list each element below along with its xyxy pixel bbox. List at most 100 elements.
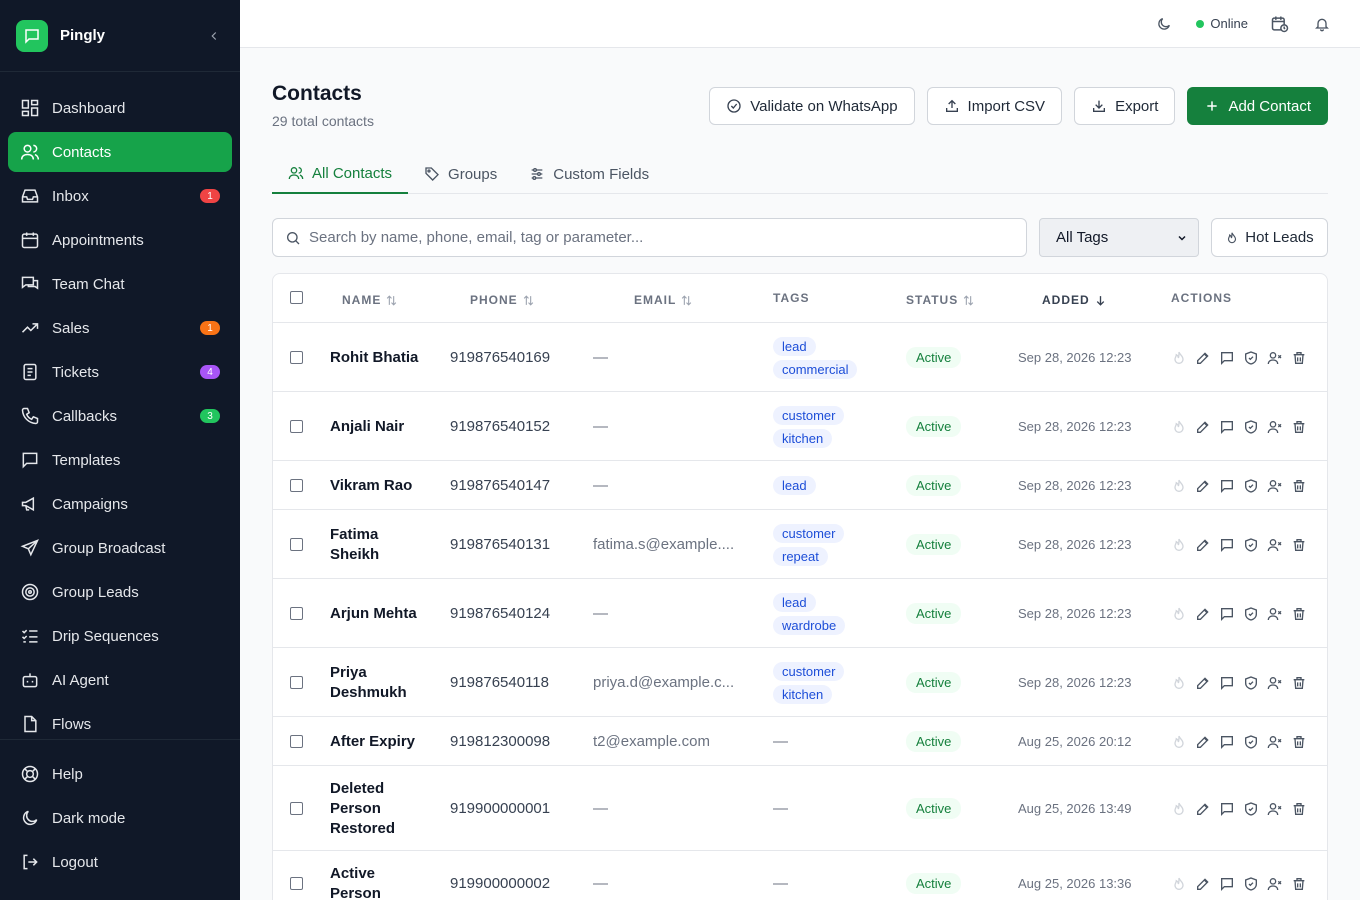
sidebar-item-group-broadcast[interactable]: Group Broadcast — [8, 528, 232, 568]
table-row[interactable]: Deleted Person Restored 919900000001 — — Act… — [273, 766, 1327, 851]
column-name[interactable]: NAME — [342, 293, 398, 307]
row-checkbox[interactable] — [290, 392, 303, 461]
message-icon[interactable] — [1219, 419, 1235, 435]
calendar-clock-icon[interactable] — [1270, 14, 1290, 34]
sidebar-item-callbacks[interactable]: Callbacks 3 — [8, 396, 232, 436]
export-button[interactable]: Export — [1074, 87, 1176, 125]
delete-icon[interactable] — [1291, 606, 1307, 622]
add-contact-button[interactable]: Add Contact — [1187, 87, 1328, 125]
validate-icon[interactable] — [1243, 801, 1259, 817]
select-all-checkbox[interactable] — [290, 291, 303, 304]
delete-icon[interactable] — [1291, 734, 1307, 750]
sidebar-item-logout[interactable]: Logout — [8, 842, 232, 882]
tag-filter-select[interactable]: All Tags — [1039, 218, 1199, 257]
edit-icon[interactable] — [1195, 801, 1211, 817]
block-user-icon[interactable] — [1267, 675, 1283, 691]
message-icon[interactable] — [1219, 350, 1235, 366]
table-row[interactable]: Fatima Sheikh 919876540131 fatima.s@exampl… — [273, 510, 1327, 579]
sidebar-item-ai-agent[interactable]: AI Agent — [8, 660, 232, 700]
sidebar-item-templates[interactable]: Templates — [8, 440, 232, 480]
message-icon[interactable] — [1219, 675, 1235, 691]
sidebar-item-contacts[interactable]: Contacts — [8, 132, 232, 172]
hot-lead-icon[interactable] — [1171, 801, 1187, 817]
validate-icon[interactable] — [1243, 734, 1259, 750]
tab-custom-fields[interactable]: Custom Fields — [513, 154, 665, 194]
message-icon[interactable] — [1219, 478, 1235, 494]
sidebar-item-group-leads[interactable]: Group Leads — [8, 572, 232, 612]
contact-name[interactable]: After Expiry — [330, 717, 425, 766]
sidebar-item-appointments[interactable]: Appointments — [8, 220, 232, 260]
delete-icon[interactable] — [1291, 419, 1307, 435]
sidebar-item-dashboard[interactable]: Dashboard — [8, 88, 232, 128]
sidebar-item-help[interactable]: Help — [8, 754, 232, 794]
edit-icon[interactable] — [1195, 606, 1211, 622]
message-icon[interactable] — [1219, 801, 1235, 817]
sidebar-item-drip-sequences[interactable]: Drip Sequences — [8, 616, 232, 656]
edit-icon[interactable] — [1195, 478, 1211, 494]
block-user-icon[interactable] — [1267, 478, 1283, 494]
column-status[interactable]: STATUS — [906, 293, 975, 307]
hot-lead-icon[interactable] — [1171, 734, 1187, 750]
tab-groups[interactable]: Groups — [408, 154, 513, 194]
contact-name[interactable]: Active Person — [330, 851, 425, 900]
edit-icon[interactable] — [1195, 419, 1211, 435]
table-row[interactable]: Active Person 919900000002 — — Active Aug 25,… — [273, 851, 1327, 900]
delete-icon[interactable] — [1291, 801, 1307, 817]
message-icon[interactable] — [1219, 537, 1235, 553]
delete-icon[interactable] — [1291, 350, 1307, 366]
row-checkbox[interactable] — [290, 579, 303, 648]
sidebar-item-inbox[interactable]: Inbox 1 — [8, 176, 232, 216]
validate-icon[interactable] — [1243, 419, 1259, 435]
row-checkbox[interactable] — [290, 717, 303, 766]
table-row[interactable]: After Expiry 919812300098 t2@example.com — A… — [273, 717, 1327, 766]
row-checkbox[interactable] — [290, 648, 303, 717]
contact-name[interactable]: Deleted Person Restored — [330, 766, 425, 851]
theme-toggle-moon-icon[interactable] — [1154, 14, 1174, 34]
validate-icon[interactable] — [1243, 537, 1259, 553]
table-row[interactable]: Priya Deshmukh 919876540118 priya.d@exampl… — [273, 648, 1327, 717]
delete-icon[interactable] — [1291, 537, 1307, 553]
sidebar-item-sales[interactable]: Sales 1 — [8, 308, 232, 348]
collapse-sidebar-icon[interactable] — [204, 26, 224, 46]
table-row[interactable]: Anjali Nair 919876540152 — customer kitchen A… — [273, 392, 1327, 461]
edit-icon[interactable] — [1195, 675, 1211, 691]
contact-name[interactable]: Vikram Rao — [330, 461, 425, 510]
validate-whatsapp-button[interactable]: Validate on WhatsApp — [709, 87, 915, 125]
column-added[interactable]: ADDED — [1042, 293, 1107, 307]
row-checkbox[interactable] — [290, 461, 303, 510]
block-user-icon[interactable] — [1267, 876, 1283, 892]
hot-lead-icon[interactable] — [1171, 675, 1187, 691]
validate-icon[interactable] — [1243, 876, 1259, 892]
table-row[interactable]: Vikram Rao 919876540147 — lead Active Sep 28,… — [273, 461, 1327, 510]
contact-name[interactable]: Arjun Mehta — [330, 579, 425, 648]
edit-icon[interactable] — [1195, 734, 1211, 750]
tab-all-contacts[interactable]: All Contacts — [272, 154, 409, 194]
sidebar-item-tickets[interactable]: Tickets 4 — [8, 352, 232, 392]
delete-icon[interactable] — [1291, 675, 1307, 691]
sidebar-item-flows[interactable]: Flows — [8, 704, 232, 744]
edit-icon[interactable] — [1195, 350, 1211, 366]
message-icon[interactable] — [1219, 734, 1235, 750]
import-csv-button[interactable]: Import CSV — [926, 87, 1063, 125]
block-user-icon[interactable] — [1267, 350, 1283, 366]
validate-icon[interactable] — [1243, 606, 1259, 622]
sidebar-item-team-chat[interactable]: Team Chat — [8, 264, 232, 304]
table-row[interactable]: Arjun Mehta 919876540124 — lead wardrobe Acti… — [273, 579, 1327, 648]
block-user-icon[interactable] — [1267, 734, 1283, 750]
hot-lead-icon[interactable] — [1171, 876, 1187, 892]
block-user-icon[interactable] — [1267, 419, 1283, 435]
hot-lead-icon[interactable] — [1171, 419, 1187, 435]
bell-icon[interactable] — [1312, 14, 1332, 34]
hot-lead-icon[interactable] — [1171, 606, 1187, 622]
hot-lead-icon[interactable] — [1171, 537, 1187, 553]
block-user-icon[interactable] — [1267, 606, 1283, 622]
column-phone[interactable]: PHONE — [470, 293, 535, 307]
validate-icon[interactable] — [1243, 350, 1259, 366]
search-input[interactable] — [309, 229, 989, 246]
delete-icon[interactable] — [1291, 876, 1307, 892]
validate-icon[interactable] — [1243, 675, 1259, 691]
contact-name[interactable]: Priya Deshmukh — [330, 648, 425, 717]
row-checkbox[interactable] — [290, 851, 303, 900]
edit-icon[interactable] — [1195, 876, 1211, 892]
hot-leads-button[interactable]: Hot Leads — [1211, 218, 1328, 257]
